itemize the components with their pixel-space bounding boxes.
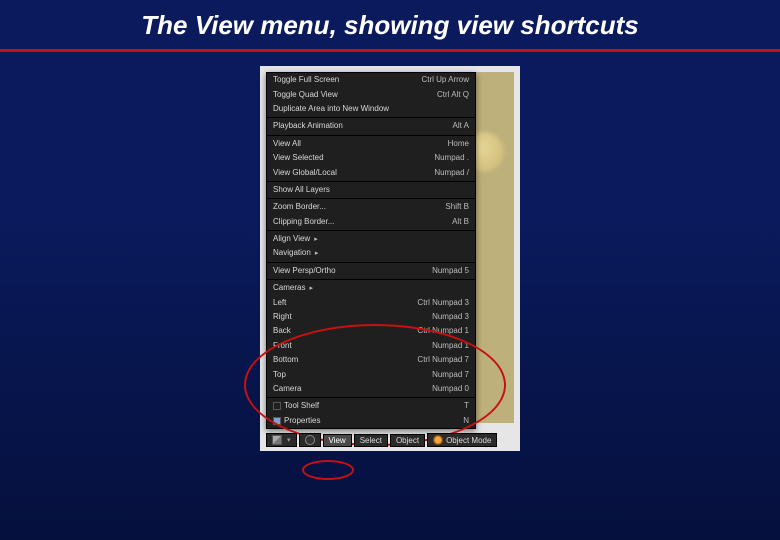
menu-item[interactable]: Show All Layers <box>267 183 475 197</box>
menu-item-shortcut: Ctrl Numpad 3 <box>417 298 469 308</box>
menu-item[interactable]: Toggle Full Screen Ctrl Up Arrow <box>267 73 475 87</box>
menu-separator <box>267 135 475 136</box>
menu-separator <box>267 198 475 199</box>
menu-item[interactable]: Playback Animation Alt A <box>267 119 475 133</box>
menu-item[interactable]: Align View <box>267 232 475 246</box>
checkbox-icon <box>273 417 281 425</box>
menu-item-label: View Selected <box>273 153 324 163</box>
menu-item[interactable]: Left Ctrl Numpad 3 <box>267 296 475 310</box>
cube-icon <box>272 435 282 445</box>
menu-item[interactable]: Clipping Border... Alt B <box>267 215 475 229</box>
menu-item-shortcut: Numpad 1 <box>432 341 469 351</box>
select-menu-button[interactable]: Select <box>354 434 388 447</box>
menu-item-label: Zoom Border... <box>273 202 326 212</box>
menu-item[interactable]: Properties N <box>267 414 475 428</box>
menu-separator <box>267 181 475 182</box>
globe-button[interactable] <box>299 433 321 447</box>
menu-item[interactable]: View Selected Numpad . <box>267 151 475 165</box>
menu-item-label: Camera <box>273 384 301 394</box>
menu-item[interactable]: Front Numpad 1 <box>267 339 475 353</box>
menu-item-shortcut: Home <box>448 139 469 149</box>
menu-item-label: Properties <box>273 416 320 426</box>
globe-icon <box>305 435 315 445</box>
menu-item[interactable]: Duplicate Area into New Window <box>267 102 475 116</box>
object-mode-icon <box>433 435 443 445</box>
menu-separator <box>267 117 475 118</box>
slide-title-block: The View menu, showing view shortcuts <box>0 0 780 41</box>
menu-separator <box>267 397 475 398</box>
menu-item-label: Playback Animation <box>273 121 343 131</box>
menu-item-label: Right <box>273 312 292 322</box>
menu-item-shortcut: Shift B <box>445 202 469 212</box>
menu-item-label: View All <box>273 139 301 149</box>
menu-item[interactable]: Top Numpad 7 <box>267 368 475 382</box>
menu-separator <box>267 230 475 231</box>
menu-item-label: View Persp/Ortho <box>273 266 336 276</box>
menu-item-shortcut: Numpad / <box>434 168 469 178</box>
mode-label: Object Mode <box>446 436 491 445</box>
menu-item[interactable]: Navigation <box>267 246 475 260</box>
menu-item-shortcut: Ctrl Alt Q <box>437 90 469 100</box>
menu-item[interactable]: View Global/Local Numpad / <box>267 166 475 180</box>
menu-item[interactable]: Camera Numpad 0 <box>267 382 475 396</box>
menu-item-shortcut: Alt B <box>452 217 469 227</box>
menu-item-label: Bottom <box>273 355 298 365</box>
menu-item-shortcut: T <box>464 401 469 411</box>
screenshot-frame: Toggle Full Screen Ctrl Up Arrow Toggle Qu… <box>260 66 520 451</box>
menu-item-label: Cameras <box>273 283 313 293</box>
menu-item-shortcut: Numpad 7 <box>432 370 469 380</box>
menu-item-label: Align View <box>273 234 318 244</box>
highlight-ellipse-view-button <box>302 460 354 480</box>
menu-item[interactable]: View Persp/Ortho Numpad 5 <box>267 264 475 278</box>
menu-item-shortcut: Ctrl Up Arrow <box>421 75 469 85</box>
menu-item-shortcut: Numpad . <box>434 153 469 163</box>
menu-item-shortcut: Alt A <box>453 121 469 131</box>
menu-item[interactable]: Cameras <box>267 281 475 295</box>
menu-item-label: Top <box>273 370 286 380</box>
menu-item-label: Show All Layers <box>273 185 330 195</box>
checkbox-icon <box>273 402 281 410</box>
editor-type-button[interactable]: ▾ <box>266 433 297 447</box>
menu-item[interactable]: View All Home <box>267 137 475 151</box>
menu-item-shortcut: Ctrl Numpad 1 <box>417 326 469 336</box>
menu-item[interactable]: Right Numpad 3 <box>267 310 475 324</box>
menu-item[interactable]: Back Ctrl Numpad 1 <box>267 324 475 338</box>
menu-item-label: Left <box>273 298 286 308</box>
menu-item[interactable]: Zoom Border... Shift B <box>267 200 475 214</box>
view-menu-button[interactable]: View <box>323 434 352 447</box>
menu-item[interactable]: Toggle Quad View Ctrl Alt Q <box>267 88 475 102</box>
menu-item-label: View Global/Local <box>273 168 337 178</box>
chevron-down-icon: ▾ <box>287 436 291 444</box>
menu-item-label: Navigation <box>273 248 318 258</box>
menu-item-label: Clipping Border... <box>273 217 334 227</box>
menu-item-label: Toggle Quad View <box>273 90 338 100</box>
menu-item[interactable]: Bottom Ctrl Numpad 7 <box>267 353 475 367</box>
menu-item-shortcut: Numpad 5 <box>432 266 469 276</box>
header-bar: ▾ View Select Object Object Mode <box>266 433 514 447</box>
menu-item-shortcut: Ctrl Numpad 7 <box>417 355 469 365</box>
menu-item-label: Back <box>273 326 291 336</box>
menu-separator <box>267 262 475 263</box>
menu-item-shortcut: Numpad 3 <box>432 312 469 322</box>
menu-item-shortcut: Numpad 0 <box>432 384 469 394</box>
menu-item-label: Tool Shelf <box>273 401 319 411</box>
mode-dropdown[interactable]: Object Mode <box>427 433 497 447</box>
menu-item[interactable]: Tool Shelf T <box>267 399 475 413</box>
view-menu[interactable]: Toggle Full Screen Ctrl Up Arrow Toggle Qu… <box>266 72 476 429</box>
menu-separator <box>267 279 475 280</box>
menu-item-label: Front <box>273 341 292 351</box>
slide-title: The View menu, showing view shortcuts <box>40 10 740 41</box>
menu-item-label: Duplicate Area into New Window <box>273 104 389 114</box>
menu-item-shortcut: N <box>463 416 469 426</box>
object-menu-button[interactable]: Object <box>390 434 425 447</box>
content-area: Toggle Full Screen Ctrl Up Arrow Toggle Qu… <box>0 52 780 451</box>
menu-item-label: Toggle Full Screen <box>273 75 339 85</box>
